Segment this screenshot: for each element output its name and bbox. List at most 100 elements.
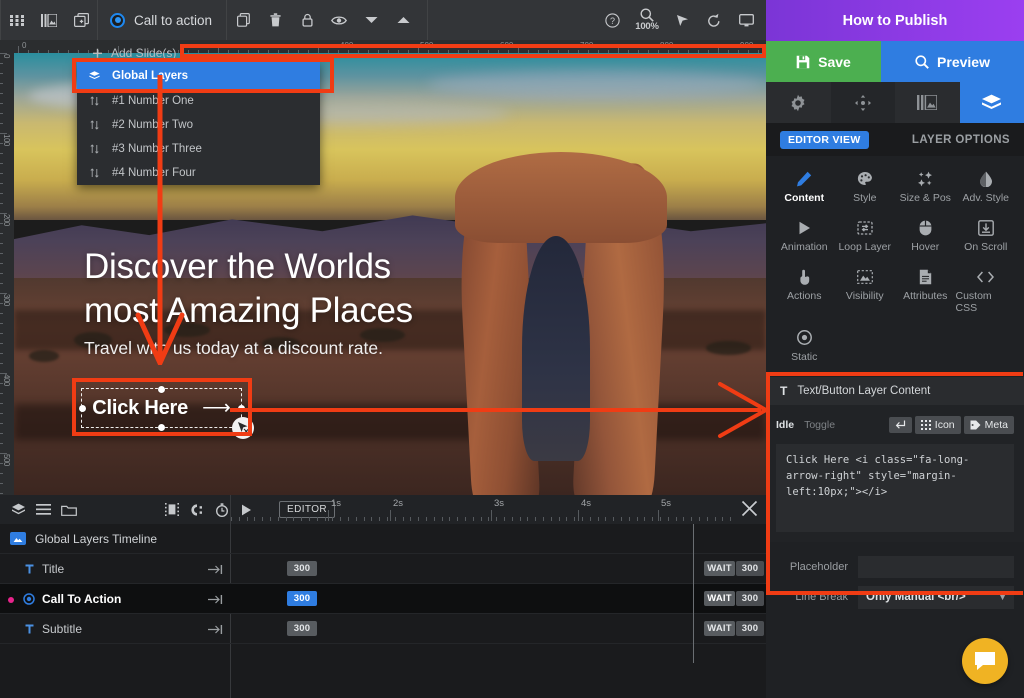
timeline-end-chip[interactable]: 300 (736, 561, 764, 576)
resize-handle-top[interactable] (158, 385, 165, 393)
layer-option-attributes[interactable]: Attributes (895, 264, 956, 318)
jump-to-end-icon[interactable] (208, 592, 223, 610)
layer-option-visibility[interactable]: Visibility (835, 264, 896, 318)
slide-dropdown-item[interactable]: #4 Number Four (77, 161, 320, 185)
ruler-label: 200 (2, 214, 11, 226)
resize-handle-left[interactable] (78, 404, 86, 412)
folder-icon[interactable] (56, 495, 81, 524)
ruler-label: 800 (660, 41, 674, 50)
icon-insert-button[interactable]: Icon (914, 416, 961, 434)
jump-to-end-icon[interactable] (208, 562, 223, 580)
layer-content-textarea[interactable]: Click Here <i class="fa-long-arrow-right… (776, 444, 1014, 532)
grid-icon[interactable] (1, 0, 33, 40)
timeline-panel: EDITOR 1s 2s 3s 4s 5s Global Layers Timeline… (0, 495, 766, 698)
sort-icon (87, 120, 101, 130)
layer-option-animation[interactable]: Animation (774, 215, 835, 257)
resize-handle-right[interactable] (237, 404, 245, 412)
save-button[interactable]: Save (766, 41, 881, 82)
add-slide-icon[interactable] (65, 0, 97, 40)
ruler-label: 0 (2, 54, 11, 58)
slide-dropdown-item[interactable]: #3 Number Three (77, 137, 320, 161)
timeline-row[interactable]: Call To Action 300 WAIT 300 (0, 584, 766, 614)
slide-strip-icon[interactable] (33, 0, 65, 40)
preview-button[interactable]: Preview (881, 41, 1024, 82)
layer-option-static[interactable]: Static (774, 325, 835, 367)
slide-dropdown-item[interactable]: #1 Number One (77, 89, 320, 113)
copy-icon[interactable] (227, 0, 259, 40)
add-slide-button[interactable]: Add Slide(s) (92, 44, 332, 62)
current-slide-indicator[interactable]: Call to action (98, 0, 226, 40)
layer-option-on-scroll[interactable]: On Scroll (956, 215, 1017, 257)
chat-bubble-icon[interactable] (962, 638, 1008, 684)
filmstrip-icon[interactable] (159, 495, 184, 524)
timeline-time-label: 1s (331, 498, 342, 509)
ruler-label: 0 (22, 41, 27, 50)
layer-option-grid: Content Style Size & Pos Adv. Style Animatio… (766, 156, 1024, 371)
cta-layer-selection[interactable]: Click Here ⟶ (78, 385, 254, 439)
cursor-icon[interactable] (666, 0, 698, 40)
resize-handle-bottom[interactable] (158, 423, 165, 431)
icon-insert-label: Icon (934, 419, 955, 431)
timeline-playhead[interactable] (693, 524, 694, 663)
layers-icon[interactable] (6, 495, 31, 524)
placeholder-input[interactable] (858, 556, 1014, 578)
hero-title[interactable]: Discover the Worlds most Amazing Places (84, 245, 684, 333)
layer-option-actions[interactable]: Actions (774, 264, 835, 318)
timeline-start-chip[interactable]: 300 (287, 621, 317, 636)
timeline-row-label: Title (42, 562, 65, 576)
layer-option-content[interactable]: Content (774, 166, 835, 208)
tab-settings[interactable] (766, 82, 831, 123)
layer-option-size-pos[interactable]: Size & Pos (895, 166, 956, 208)
timeline-row[interactable]: Title 300 WAIT 300 (0, 554, 766, 584)
placeholder-label: Placeholder (789, 561, 848, 573)
right-panel: How to Publish Save Preview EDITOR VIEW … (766, 0, 1024, 698)
linebreak-select[interactable]: Only Manual <br/> ▼ (858, 585, 1014, 609)
timeline-wait-chip[interactable]: WAIT (704, 591, 735, 606)
trash-icon[interactable] (259, 0, 291, 40)
editor-view-toggle[interactable]: EDITOR VIEW (780, 130, 869, 149)
layer-option-hover[interactable]: Hover (895, 215, 956, 257)
timeline-start-chip[interactable]: 300 (287, 591, 317, 606)
sparkle-icon (917, 170, 933, 187)
slide-dropdown[interactable]: Global Layers #1 Number One #2 Number Two #… (77, 62, 320, 185)
chevron-up-icon[interactable] (387, 0, 419, 40)
chevron-down-icon[interactable] (355, 0, 387, 40)
panel-tabs (766, 82, 1024, 123)
timeline-group-row[interactable]: Global Layers Timeline (0, 524, 766, 554)
layer-option-label: On Scroll (964, 241, 1008, 253)
close-icon[interactable] (741, 500, 758, 522)
monitor-icon[interactable] (730, 0, 762, 40)
zoom-level-control[interactable]: 100% (628, 0, 666, 40)
jump-to-end-icon[interactable] (208, 622, 223, 640)
hero-subtitle[interactable]: Travel with us today at a discount rate. (84, 338, 383, 359)
snap-icon[interactable] (184, 495, 209, 524)
slide-dropdown-item-label: #2 Number Two (112, 119, 193, 131)
list-icon[interactable] (31, 495, 56, 524)
slide-dropdown-item[interactable]: Global Layers (77, 62, 320, 89)
timeline-end-chip[interactable]: 300 (736, 621, 764, 636)
layer-option-custom-css[interactable]: Custom CSS (956, 264, 1017, 318)
timeline-start-chip[interactable]: 300 (287, 561, 317, 576)
eye-icon[interactable] (323, 0, 355, 40)
layer-options-toggle[interactable]: LAYER OPTIONS (912, 134, 1010, 146)
timeline-end-chip[interactable]: 300 (736, 591, 764, 606)
timeline-wait-chip[interactable]: WAIT (704, 621, 735, 636)
meta-insert-button[interactable]: Meta (963, 416, 1014, 434)
undo-icon[interactable] (698, 0, 730, 40)
layer-option-loop-layer[interactable]: Loop Layer (835, 215, 896, 257)
layer-option-style[interactable]: Style (835, 166, 896, 208)
layer-option-label: Content (784, 192, 825, 204)
timeline-wait-chip[interactable]: WAIT (704, 561, 735, 576)
slide-dropdown-item[interactable]: #2 Number Two (77, 113, 320, 137)
help-icon[interactable]: ? (596, 0, 628, 40)
lock-icon[interactable] (291, 0, 323, 40)
return-arrow-icon[interactable] (888, 417, 912, 433)
timeline-row[interactable]: Subtitle 300 WAIT 300 (0, 614, 766, 644)
mode-toggle[interactable]: Toggle (804, 419, 835, 431)
mode-idle[interactable]: Idle (776, 419, 794, 431)
tab-layers[interactable] (959, 82, 1024, 123)
tab-slides[interactable] (895, 82, 960, 123)
layer-option-adv-style[interactable]: Adv. Style (956, 166, 1017, 208)
tab-move[interactable] (830, 82, 895, 123)
cta-label: Click Here (92, 396, 189, 419)
